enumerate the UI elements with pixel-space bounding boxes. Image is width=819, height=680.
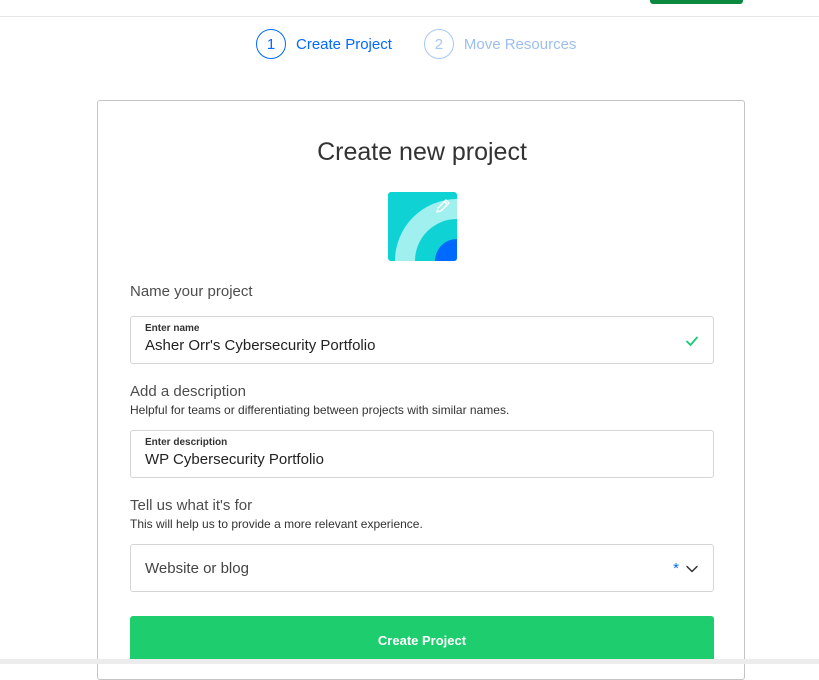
project-description-field[interactable]: Enter description WP Cybersecurity Portf… (130, 430, 714, 478)
progress-stepper: 1 Create Project 2 Move Resources (256, 28, 576, 60)
step-create-project: 1 Create Project (256, 29, 392, 59)
description-section-label: Add a description (130, 383, 246, 400)
description-help-text: Helpful for teams or differentiating bet… (130, 403, 510, 417)
name-section-label: Name your project (130, 283, 253, 300)
chevron-down-icon[interactable] (685, 562, 699, 576)
project-avatar-icon[interactable] (388, 192, 457, 261)
step-number: 2 (423, 29, 454, 59)
top-navigation-bar (0, 0, 819, 17)
project-purpose-select[interactable]: Website or blog * (130, 544, 714, 592)
check-icon (686, 336, 698, 346)
project-name-value[interactable]: Asher Orr's Cybersecurity Portfolio (145, 337, 375, 354)
purpose-help-text: This will help us to provide a more rele… (130, 517, 423, 531)
project-description-value[interactable]: WP Cybersecurity Portfolio (145, 451, 324, 468)
required-marker: * (673, 560, 679, 577)
project-name-field[interactable]: Enter name Asher Orr's Cybersecurity Por… (130, 316, 714, 364)
top-action-button[interactable] (650, 0, 743, 4)
step-label: Create Project (296, 35, 392, 53)
step-label: Move Resources (463, 35, 577, 53)
purpose-selected-value: Website or blog (145, 560, 249, 577)
page-title: Create new project (317, 138, 527, 166)
pencil-icon[interactable] (434, 197, 452, 215)
purpose-section-label: Tell us what it's for (130, 497, 253, 514)
bottom-divider (0, 659, 819, 664)
description-field-label: Enter description (145, 437, 228, 448)
step-number: 1 (256, 29, 286, 59)
create-project-button[interactable]: Create Project (130, 616, 714, 664)
step-move-resources: 2 Move Resources (423, 29, 577, 59)
name-field-label: Enter name (145, 323, 200, 334)
